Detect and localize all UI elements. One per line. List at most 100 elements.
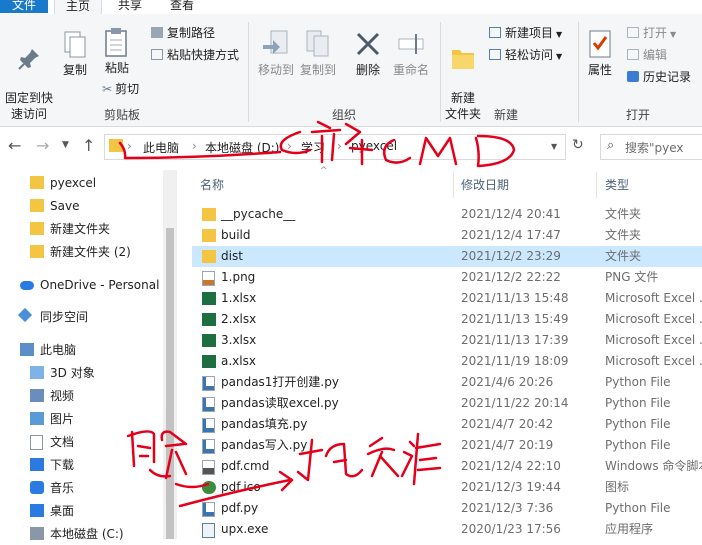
recent-chevron-icon[interactable]: ▼: [62, 140, 69, 150]
breadcrumb-separator: ›: [337, 139, 342, 153]
delete-button[interactable]: 删除: [350, 28, 386, 78]
file-date: 2021/4/7 20:42: [461, 417, 554, 431]
file-row[interactable]: 1.xlsx 2021/11/13 15:48 Microsoft Excel ..…: [192, 288, 702, 309]
refresh-icon[interactable]: ↻: [572, 137, 584, 153]
file-row[interactable]: 2.xlsx 2021/11/13 15:49 Microsoft Excel ..…: [192, 309, 702, 330]
ribbon-divider: [248, 22, 249, 122]
cloud-icon: [20, 281, 34, 290]
easy-access-button[interactable]: 轻松访问 ▼: [489, 46, 562, 66]
breadcrumb-separator: ›: [192, 139, 197, 153]
pin-quick-access-button[interactable]: 固定到快 速访问: [2, 30, 56, 122]
file-row[interactable]: pandas填充.py 2021/4/7 20:42 Python File: [192, 414, 702, 435]
copy-to-button[interactable]: 复制到: [298, 28, 338, 78]
file-name: pdf.py: [221, 501, 259, 515]
cut-button[interactable]: ✂ 剪切: [102, 80, 139, 98]
properties-label: 属性: [587, 63, 612, 77]
sync-icon: [17, 307, 33, 323]
breadcrumb-this-pc[interactable]: 此电脑: [143, 139, 179, 156]
forward-arrow-icon[interactable]: →: [36, 136, 49, 155]
column-header-name[interactable]: 名称: [200, 176, 224, 193]
ribbon: 固定到快 速访问 复制 粘贴 复制路径 粘贴快捷方式 ✂ 剪切 剪贴板 移动到 复…: [0, 14, 702, 127]
image-file-icon: [202, 271, 215, 286]
delete-x-icon: [356, 32, 380, 56]
address-dropdown-icon[interactable]: ▼: [551, 142, 557, 151]
file-row[interactable]: pdf.py 2021/12/3 7:36 Python File: [192, 498, 702, 519]
file-type: 图标: [605, 480, 630, 494]
chevron-down-icon: ▼: [556, 52, 563, 61]
file-row[interactable]: pandas写入.py 2021/4/7 20:19 Python File: [192, 435, 702, 456]
python-file-icon: [202, 376, 215, 391]
copy-to-icon: [306, 30, 329, 57]
desktop-icon: [30, 504, 44, 517]
file-type: 文件夹: [605, 228, 642, 242]
column-header-date[interactable]: 修改日期: [461, 176, 509, 193]
new-item-button[interactable]: 新建项目 ▼: [489, 24, 562, 44]
file-row[interactable]: 3.xlsx 2021/11/13 17:39 Microsoft Excel ..…: [192, 330, 702, 351]
paste-shortcut-button[interactable]: 粘贴快捷方式: [151, 46, 239, 64]
move-to-button[interactable]: 移动到: [256, 28, 296, 78]
delete-label: 删除: [355, 63, 380, 77]
search-box[interactable]: ⌕ 搜索"pyex: [600, 134, 702, 160]
column-header-type[interactable]: 类型: [605, 176, 629, 193]
paste-button[interactable]: 粘贴: [99, 26, 135, 76]
file-type: PNG 文件: [605, 270, 659, 284]
copy-to-label: 复制到: [299, 63, 336, 77]
drive-icon: [30, 527, 44, 540]
file-row[interactable]: pdf.cmd 2021/12/4 22:10 Windows 命令脚本: [192, 456, 702, 477]
easy-access-label: 轻松访问: [505, 48, 554, 62]
file-type: Python File: [605, 375, 671, 389]
sidebar-scrollbar[interactable]: [163, 170, 177, 539]
sidebar-item-label: 新建文件夹 (2): [50, 245, 131, 259]
properties-button[interactable]: 属性: [583, 28, 617, 78]
folder-icon: [30, 245, 44, 258]
back-arrow-icon[interactable]: ←: [8, 136, 21, 155]
breadcrumb-study[interactable]: 学习: [301, 139, 325, 156]
document-icon: [30, 435, 43, 450]
column-divider[interactable]: [596, 172, 597, 198]
sort-chevron-icon: ^: [320, 166, 328, 176]
excel-file-icon: [202, 334, 216, 347]
file-row[interactable]: a.xlsx 2021/11/19 18:09 Microsoft Excel ..…: [192, 351, 702, 372]
breadcrumb-pyexcel[interactable]: pyexcel: [351, 139, 397, 153]
new-folder-button[interactable]: 新建 文件夹: [444, 28, 482, 122]
file-name: 3.xlsx: [221, 333, 257, 347]
rename-button[interactable]: 重命名: [390, 28, 432, 78]
tab-view[interactable]: 查看: [162, 0, 202, 13]
history-label: 历史记录: [643, 70, 692, 84]
file-row[interactable]: upx.exe 2020/1/23 17:56 应用程序: [192, 519, 702, 540]
history-button[interactable]: 历史记录: [627, 68, 691, 86]
address-bar[interactable]: › 此电脑 › 本地磁盘 (D:) › 学习 › pyexcel ▼: [104, 134, 566, 160]
up-arrow-icon[interactable]: ↑: [82, 136, 95, 155]
download-icon: [30, 458, 44, 471]
excel-file-icon: [202, 355, 216, 368]
file-name: __pycache__: [221, 207, 296, 221]
tab-file[interactable]: 文件: [0, 0, 48, 13]
file-row[interactable]: dist 2021/12/2 23:29 文件夹: [192, 246, 702, 267]
file-name: build: [221, 228, 251, 242]
move-to-icon: [263, 30, 288, 54]
file-row[interactable]: 1.png 2021/12/2 22:22 PNG 文件: [192, 267, 702, 288]
file-row[interactable]: pdf.ico 2021/12/3 19:44 图标: [192, 477, 702, 498]
file-name: pdf.ico: [221, 480, 261, 494]
column-divider[interactable]: [453, 172, 454, 198]
scissors-icon: ✂: [102, 82, 113, 96]
file-row[interactable]: pandas1打开创建.py 2021/4/6 20:26 Python File: [192, 372, 702, 393]
scrollbar-thumb[interactable]: [166, 228, 174, 539]
file-name: pandas1打开创建.py: [221, 375, 339, 389]
copy-button[interactable]: 复制: [58, 30, 92, 78]
tab-home[interactable]: 主页: [54, 0, 102, 14]
copy-path-button[interactable]: 复制路径: [151, 24, 215, 42]
sidebar-item-label: 同步空间: [40, 310, 89, 324]
folder-icon: [30, 222, 44, 235]
open-button[interactable]: 打开 ▼: [627, 24, 676, 44]
edit-button[interactable]: 编辑: [627, 46, 667, 64]
tab-share[interactable]: 共享: [110, 0, 150, 13]
edit-label: 编辑: [643, 48, 668, 62]
folder-icon: [202, 250, 216, 263]
file-row[interactable]: build 2021/12/4 17:47 文件夹: [192, 225, 702, 246]
history-icon: [627, 71, 639, 82]
file-row[interactable]: pandas读取excel.py 2021/11/22 20:14 Python F…: [192, 393, 702, 414]
breadcrumb-drive-d[interactable]: 本地磁盘 (D:): [205, 139, 279, 156]
python-file-icon: [202, 397, 215, 412]
file-row[interactable]: __pycache__ 2021/12/4 20:41 文件夹: [192, 204, 702, 225]
